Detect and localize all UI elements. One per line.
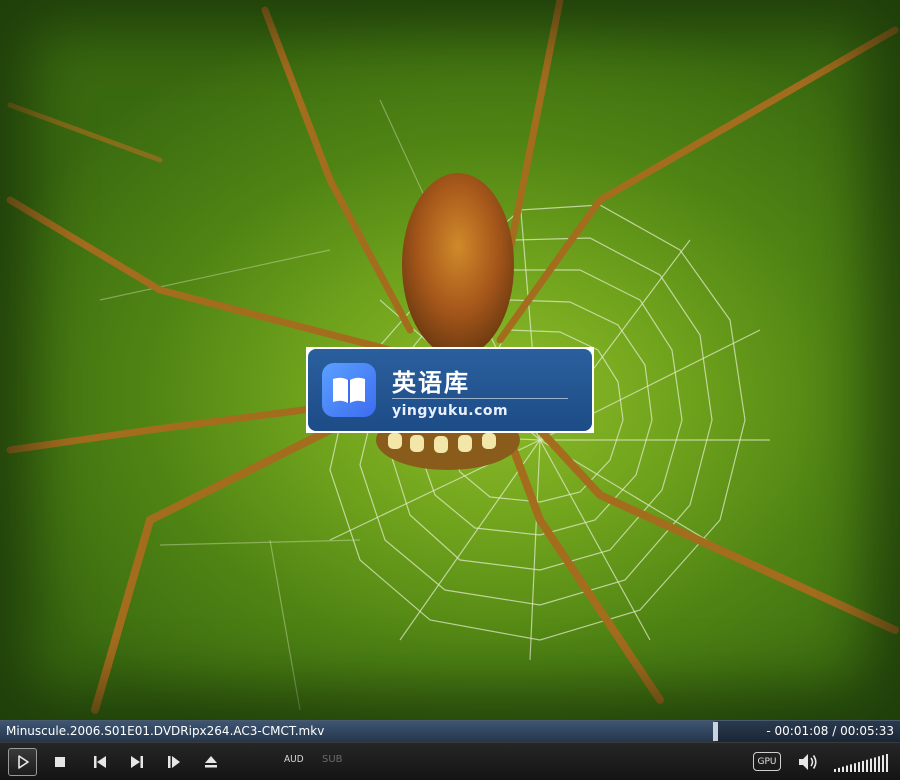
seek-thumb[interactable]: [713, 722, 718, 741]
stop-button[interactable]: [50, 752, 70, 772]
watermark-divider: [392, 398, 568, 399]
stop-icon: [55, 757, 65, 767]
eject-button[interactable]: [201, 752, 221, 772]
play-button[interactable]: [8, 748, 37, 776]
volume-bar[interactable]: [878, 756, 880, 772]
volume-bar[interactable]: [842, 766, 844, 772]
eject-icon: [205, 756, 217, 768]
volume-bar[interactable]: [838, 767, 840, 772]
play-icon: [17, 755, 29, 769]
gpu-toggle-button[interactable]: GPU: [753, 752, 781, 771]
volume-icon: [799, 754, 817, 770]
file-name: Minuscule.2006.S01E01.DVDRipx264.AC3-CMC…: [6, 724, 325, 738]
volume-bar[interactable]: [866, 759, 868, 772]
next-icon: [131, 756, 143, 768]
volume-bar[interactable]: [834, 769, 836, 772]
volume-bar[interactable]: [862, 760, 864, 772]
next-button[interactable]: [127, 752, 147, 772]
audio-track-button[interactable]: AUD: [284, 754, 304, 765]
time-display[interactable]: - 00:01:08 / 00:05:33: [766, 724, 894, 738]
volume-bar[interactable]: [850, 764, 852, 772]
watermark-panel: 英语库 yingyuku.com: [308, 349, 592, 431]
frame-step-icon: [168, 756, 180, 768]
volume-bar[interactable]: [854, 763, 856, 772]
watermark-title: 英语库: [392, 369, 470, 397]
volume-bar[interactable]: [874, 757, 876, 772]
previous-button[interactable]: [90, 752, 110, 772]
volume-slider[interactable]: [834, 753, 890, 773]
frame-step-button[interactable]: [164, 752, 184, 772]
volume-bar[interactable]: [886, 754, 888, 772]
control-bar: AUD SUB GPU: [0, 742, 900, 780]
volume-bar[interactable]: [858, 762, 860, 772]
volume-bar[interactable]: [846, 765, 848, 772]
volume-bar[interactable]: [882, 755, 884, 772]
book-logo-icon: [322, 363, 376, 417]
watermark-banner: 英语库 yingyuku.com: [306, 347, 594, 433]
seek-bar[interactable]: Minuscule.2006.S01E01.DVDRipx264.AC3-CMC…: [0, 720, 900, 742]
subtitle-track-button[interactable]: SUB: [322, 754, 343, 765]
previous-icon: [94, 756, 106, 768]
watermark-url: yingyuku.com: [392, 403, 509, 419]
mute-button[interactable]: [797, 752, 819, 772]
video-frame[interactable]: 英语库 yingyuku.com: [0, 0, 900, 720]
volume-bar[interactable]: [870, 758, 872, 772]
